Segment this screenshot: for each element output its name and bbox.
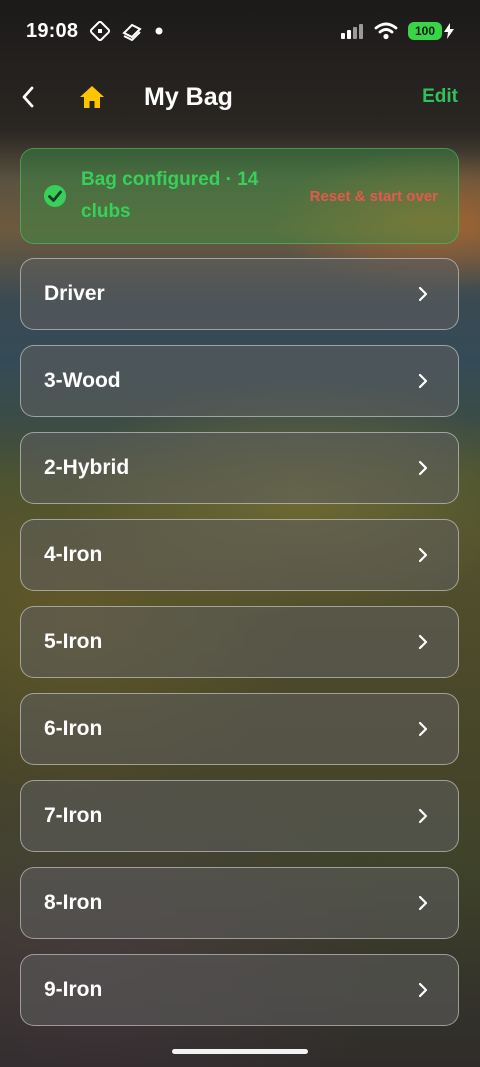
club-row-9-iron[interactable]: 9-Iron xyxy=(20,954,459,1026)
status-right: 100 xyxy=(340,22,454,40)
chevron-right-icon xyxy=(418,982,428,998)
club-row-2-hybrid[interactable]: 2-Hybrid xyxy=(20,432,459,504)
check-circle-icon xyxy=(44,185,66,207)
battery-icon: 100 xyxy=(408,22,442,40)
club-row-6-iron[interactable]: 6-Iron xyxy=(20,693,459,765)
chevron-right-icon xyxy=(418,634,428,650)
club-name: 3-Wood xyxy=(44,369,121,392)
chevron-right-icon xyxy=(418,547,428,563)
chevron-right-icon xyxy=(418,460,428,476)
wifi-icon xyxy=(374,22,398,40)
app-stack-icon xyxy=(122,23,142,41)
club-name: 2-Hybrid xyxy=(44,456,130,479)
chevron-right-icon xyxy=(418,895,428,911)
club-name: 4-Iron xyxy=(44,543,103,566)
home-icon[interactable] xyxy=(78,83,106,111)
club-name: 5-Iron xyxy=(44,630,103,653)
battery-level: 100 xyxy=(414,24,436,38)
signal-icon xyxy=(341,24,363,39)
page-title: My Bag xyxy=(144,82,233,111)
chevron-right-icon xyxy=(418,808,428,824)
club-row-driver[interactable]: Driver xyxy=(20,258,459,330)
club-row-8-iron[interactable]: 8-Iron xyxy=(20,867,459,939)
status-left: 19:08 xyxy=(26,20,164,43)
dot-icon xyxy=(155,27,163,35)
banner-message: Bag configured · 14 clubs xyxy=(81,169,259,222)
club-row-4-iron[interactable]: 4-Iron xyxy=(20,519,459,591)
club-row-3-wood[interactable]: 3-Wood xyxy=(20,345,459,417)
notification-grid-icon xyxy=(90,21,111,41)
charging-bolt-icon xyxy=(444,23,454,39)
club-list: Driver 3-Wood 2-Hybrid 4-Iron 5-Iron 6-I… xyxy=(20,258,459,1041)
chevron-right-icon xyxy=(418,721,428,737)
status-time: 19:08 xyxy=(26,19,79,42)
reset-start-over-button[interactable]: Reset & start over xyxy=(310,188,438,205)
club-name: 6-Iron xyxy=(44,717,103,740)
home-indicator[interactable] xyxy=(172,1049,308,1054)
back-chevron-icon xyxy=(22,86,34,108)
app-header: My Bag Edit xyxy=(0,62,480,132)
bag-status-banner: Bag configured · 14 clubs Reset & start … xyxy=(20,148,459,244)
edit-button[interactable]: Edit xyxy=(422,86,458,108)
chevron-right-icon xyxy=(418,373,428,389)
chevron-right-icon xyxy=(418,286,428,302)
back-button[interactable] xyxy=(16,85,40,109)
club-name: 8-Iron xyxy=(44,891,103,914)
club-name: 9-Iron xyxy=(44,978,103,1001)
club-row-5-iron[interactable]: 5-Iron xyxy=(20,606,459,678)
club-row-7-iron[interactable]: 7-Iron xyxy=(20,780,459,852)
club-name: 7-Iron xyxy=(44,804,103,827)
status-bar: 19:08 100 xyxy=(0,0,480,62)
club-name: Driver xyxy=(44,282,105,305)
